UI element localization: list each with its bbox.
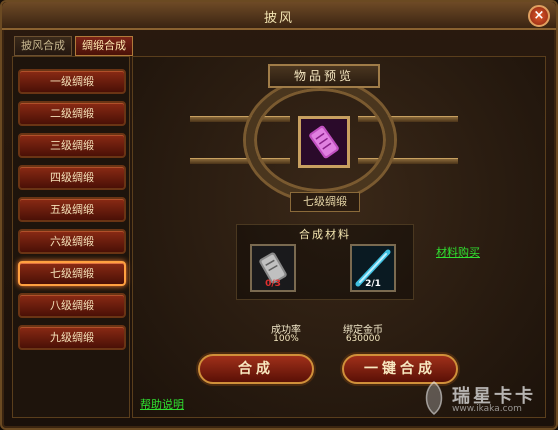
material-count-2: 2/1 — [365, 279, 381, 289]
material-count-1: 0/3 — [265, 279, 281, 289]
watermark-url: www.ikaka.com — [452, 404, 522, 414]
bound-gold-value: 630000 — [345, 334, 381, 344]
material-slot-1[interactable]: 0/3 — [250, 244, 296, 292]
level-button-8[interactable]: 八级绸缎 — [18, 293, 126, 318]
preview-item-name: 七级绸缎 — [290, 192, 360, 212]
preview-title: 物品预览 — [268, 64, 380, 88]
synthesize-button[interactable]: 合成 — [198, 354, 314, 384]
level-button-5[interactable]: 五级绸缎 — [18, 197, 126, 222]
level-button-9[interactable]: 九级绸缎 — [18, 325, 126, 350]
material-slot-2[interactable]: 2/1 — [350, 244, 396, 292]
level-button-3[interactable]: 三级绸缎 — [18, 133, 126, 158]
materials-title: 合成材料 — [299, 228, 351, 241]
satin-item-icon — [301, 119, 347, 165]
tab-satin-synthesis[interactable]: 绸缎合成 — [75, 36, 133, 56]
level-button-2[interactable]: 二级绸缎 — [18, 101, 126, 126]
level-button-1[interactable]: 一级绸缎 — [18, 69, 126, 94]
level-button-4[interactable]: 四级绸缎 — [18, 165, 126, 190]
close-icon[interactable]: × — [528, 5, 550, 27]
tab-cloak-synthesis[interactable]: 披风合成 — [14, 36, 72, 56]
tab-bar: 披风合成 绸缎合成 — [14, 36, 133, 56]
help-link[interactable]: 帮助说明 — [140, 396, 184, 412]
watermark: 瑞星卡卡 www.ikaka.com — [420, 378, 550, 418]
success-rate-value: 100% — [273, 334, 299, 344]
preview-item-slot[interactable] — [298, 116, 350, 168]
level-list: 一级绸缎 二级绸缎 三级绸缎 四级绸缎 五级绸缎 六级绸缎 七级绸缎 八级绸缎 … — [12, 56, 130, 418]
title-bar: 披风 × — [2, 2, 556, 30]
level-button-6[interactable]: 六级绸缎 — [18, 229, 126, 254]
level-button-7[interactable]: 七级绸缎 — [18, 261, 126, 286]
watermark-logo-icon — [425, 381, 443, 415]
window-title: 披风 — [263, 11, 294, 26]
buy-materials-link[interactable]: 材料购买 — [436, 244, 480, 260]
